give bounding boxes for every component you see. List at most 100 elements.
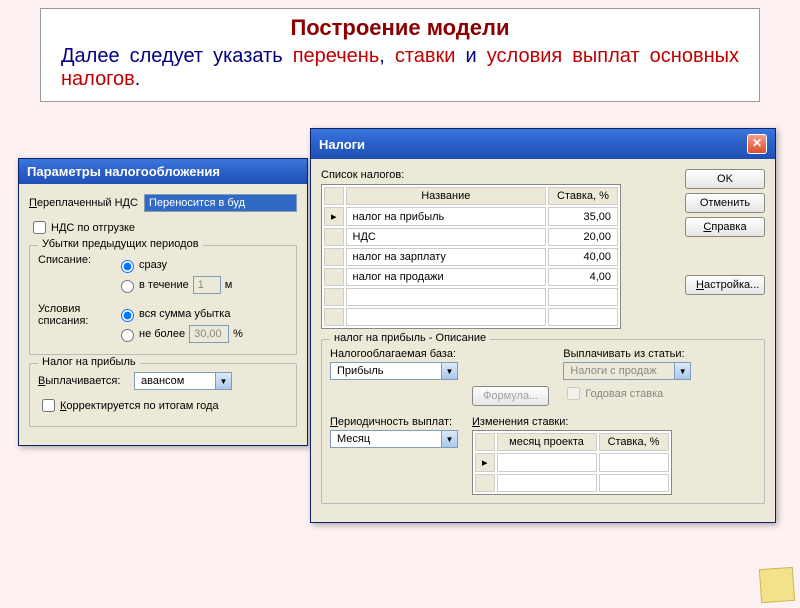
period-value: Месяц (331, 431, 441, 447)
desc-group: налог на прибыль - Описание Налогооблага… (321, 339, 765, 504)
writeoff-unit: м (225, 279, 233, 291)
row-marker-icon (324, 228, 344, 246)
window-taxes: Налоги ✕ Список налогов: Название Ставка… (310, 128, 776, 523)
pay-from-select: Налоги с продаж ▼ (563, 362, 691, 380)
table-row[interactable]: налог на зарплату 40,00 (324, 248, 618, 266)
profit-tax-title: Налог на прибыль (38, 356, 140, 368)
slide-text-pre: Далее следует указать (61, 45, 293, 67)
paid-value: авансом (135, 373, 215, 389)
slide-tail: . (135, 68, 141, 90)
slide-mid-2: и (455, 45, 486, 67)
changes-label: Изменения ставки: (472, 416, 672, 428)
table-row[interactable] (324, 308, 618, 326)
title-taxes: Налоги (319, 137, 365, 152)
table-row[interactable]: ▸ налог на прибыль 35,00 (324, 207, 618, 226)
sticky-note-icon (759, 567, 795, 603)
losses-group: Убытки предыдущих периодов Списание: сра… (29, 245, 297, 355)
rate-changes-table[interactable]: месяц проекта Ставка, % ▸ (472, 430, 672, 495)
chevron-down-icon[interactable]: ▼ (215, 373, 231, 389)
tax-rate-cell: 20,00 (548, 228, 618, 246)
annual-rate-checkbox (567, 387, 580, 400)
tax-name-cell: налог на продажи (346, 268, 546, 286)
cond-limit-label: не более (139, 328, 185, 340)
title-tax-params: Параметры налогообложения (27, 164, 220, 179)
tax-name-cell: налог на прибыль (346, 207, 546, 226)
tax-rate-cell: 4,00 (548, 268, 618, 286)
chevron-down-icon: ▼ (674, 363, 690, 379)
writeoff-during-radio[interactable] (121, 280, 134, 293)
cond-label: Условия списания: (38, 303, 108, 346)
tax-name-cell: налог на зарплату (346, 248, 546, 266)
tax-name-cell: НДС (346, 228, 546, 246)
desc-group-title: налог на прибыль - Описание (330, 332, 490, 344)
overpaid-vat-select[interactable]: Переносится в буд (144, 194, 297, 212)
writeoff-months-input[interactable] (193, 276, 221, 294)
cond-unit: % (233, 328, 243, 340)
cond-limit-radio[interactable] (121, 329, 134, 342)
slide-red-2: ставки (395, 45, 456, 67)
period-label: Периодичность выплат: (330, 416, 458, 428)
annual-rate-label: Годовая ставка (585, 388, 663, 400)
table-row[interactable] (324, 288, 618, 306)
overpaid-vat-label: Переплаченный НДС (29, 197, 138, 209)
chevron-down-icon[interactable]: ▼ (441, 431, 457, 447)
close-icon[interactable]: ✕ (747, 134, 767, 154)
body-taxes: Список налогов: Название Ставка, % ▸ нал… (311, 159, 775, 522)
cond-all-label: вся сумма убытка (139, 308, 230, 320)
paid-select[interactable]: авансом ▼ (134, 372, 232, 390)
body-tax-params: Переплаченный НДС Переносится в буд НДС … (19, 184, 307, 445)
base-label: Налогооблагаемая база: (330, 348, 458, 360)
tax-table[interactable]: Название Ставка, % ▸ налог на прибыль 35… (321, 184, 621, 329)
slide-mid-1: , (379, 45, 395, 67)
cancel-button[interactable]: Отменить (685, 193, 765, 213)
writeoff-label: Списание: (38, 254, 108, 297)
period-select[interactable]: Месяц ▼ (330, 430, 458, 448)
row-marker-icon (324, 248, 344, 266)
chevron-down-icon[interactable]: ▼ (441, 363, 457, 379)
table-row[interactable] (475, 474, 669, 492)
titlebar-taxes[interactable]: Налоги ✕ (311, 129, 775, 159)
row-marker-icon (324, 268, 344, 286)
base-select[interactable]: Прибыль ▼ (330, 362, 458, 380)
table-row[interactable]: налог на продажи 4,00 (324, 268, 618, 286)
vat-on-shipment-label: НДС по отгрузке (51, 222, 135, 234)
profit-tax-group: Налог на прибыль Выплачивается: авансом … (29, 363, 297, 427)
base-value: Прибыль (331, 363, 441, 379)
row-marker-header (475, 433, 495, 451)
titlebar-tax-params[interactable]: Параметры налогообложения (19, 159, 307, 184)
pay-from-value: Налоги с продаж (564, 363, 674, 379)
vat-on-shipment-checkbox[interactable] (33, 221, 46, 234)
overpaid-label-rest: ереплаченный НДС (37, 197, 138, 209)
ok-button[interactable]: OK (685, 169, 765, 189)
ch-col-rate: Ставка, % (599, 433, 669, 451)
tax-rate-cell: 35,00 (548, 207, 618, 226)
cond-limit-input[interactable] (189, 325, 229, 343)
cond-all-radio[interactable] (121, 309, 134, 322)
losses-group-title: Убытки предыдущих периодов (38, 238, 203, 250)
tax-list-label: Список налогов: (321, 169, 675, 181)
pay-from-label: Выплачивать из статьи: (563, 348, 691, 360)
writeoff-immediately-label: сразу (139, 259, 167, 271)
slide-header: Построение модели Далее следует указать … (40, 8, 760, 102)
table-row[interactable]: НДС 20,00 (324, 228, 618, 246)
help-button[interactable]: Справка (685, 217, 765, 237)
tax-table-marker-header (324, 187, 344, 205)
ch-col-month: месяц проекта (497, 433, 597, 451)
window-tax-params: Параметры налогообложения Переплаченный … (18, 158, 308, 446)
formula-button[interactable]: Формула... (472, 386, 549, 406)
slide-title: Построение модели (61, 15, 739, 41)
tax-col-name: Название (346, 187, 546, 205)
row-marker-icon: ▸ (475, 453, 495, 472)
writeoff-during-label: в течение (139, 279, 189, 291)
row-marker-icon: ▸ (324, 207, 344, 226)
slide-red-1: перечень (293, 45, 380, 67)
tax-rate-cell: 40,00 (548, 248, 618, 266)
writeoff-immediately-radio[interactable] (121, 260, 134, 273)
table-row[interactable]: ▸ (475, 453, 669, 472)
config-button[interactable]: Настройка... (685, 275, 765, 295)
paid-label: Выплачивается: (38, 375, 128, 387)
tax-col-rate: Ставка, % (548, 187, 618, 205)
corrected-checkbox[interactable] (42, 399, 55, 412)
corrected-label: Корректируется по итогам года (60, 400, 219, 412)
slide-text: Далее следует указать перечень, ставки и… (61, 45, 739, 91)
